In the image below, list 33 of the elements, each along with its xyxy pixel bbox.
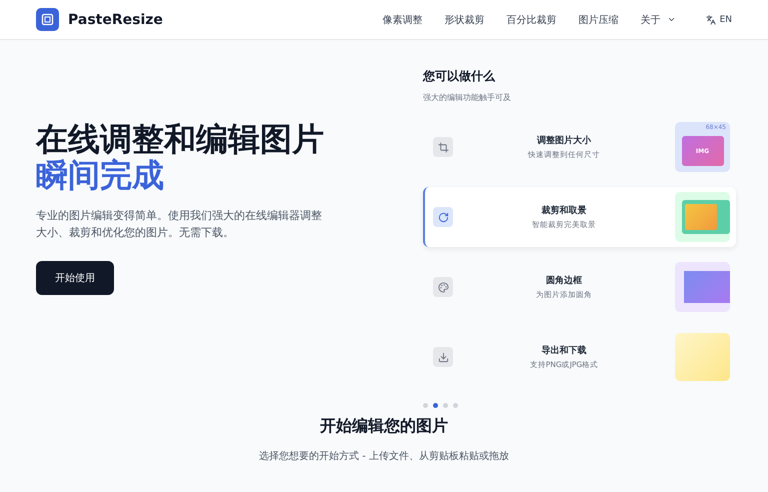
hero-title: 在线调整和编辑图片 <box>36 121 325 157</box>
nav-link[interactable]: 图片压缩 <box>578 12 619 26</box>
hero-title-accent: 瞬间完成 <box>36 157 165 193</box>
brand-name: PasteResize <box>68 12 163 28</box>
feature-title: 调整图片大小 <box>537 134 591 147</box>
feature-title: 导出和下载 <box>542 344 586 357</box>
section-subtitle: 选择您想要的开始方式 - 上传文件、从剪贴板粘贴或拖放 <box>259 450 509 463</box>
language-button[interactable]: EN <box>706 14 732 24</box>
logo-icon[interactable] <box>36 8 59 31</box>
features-subtitle: 强大的编辑功能触手可及 <box>423 92 512 103</box>
rotate-icon <box>433 207 453 227</box>
nav-link[interactable]: 形状裁剪 <box>444 12 485 26</box>
palette-icon <box>433 277 453 297</box>
nav-link[interactable]: 像素调整 <box>382 12 423 26</box>
carousel-dot[interactable] <box>453 403 458 408</box>
get-started-button[interactable]: 开始使用 <box>36 261 114 295</box>
crop-icon <box>433 137 453 157</box>
carousel-dot[interactable] <box>423 403 428 408</box>
export-preview <box>675 333 730 381</box>
translate-icon <box>706 14 716 24</box>
crop-preview <box>675 192 730 242</box>
carousel-dot[interactable] <box>433 403 438 408</box>
feature-title: 裁剪和取景 <box>542 204 586 217</box>
rounded-preview <box>675 262 730 312</box>
nav-link[interactable]: 关于 <box>640 12 676 26</box>
download-icon <box>433 347 453 367</box>
chevron-down-icon <box>666 15 676 24</box>
hero-description: 专业的图片编辑变得简单。使用我们强大的在线编辑器调整大小、裁剪和优化您的图片。无需下载。 <box>36 208 323 241</box>
feature-title: 圆角边框 <box>546 274 582 287</box>
features-title: 您可以做什么 <box>423 68 496 85</box>
section-title: 开始编辑您的图片 <box>320 416 448 437</box>
nav-link[interactable]: 百分比裁剪 <box>506 12 557 26</box>
carousel-dot[interactable] <box>443 403 448 408</box>
